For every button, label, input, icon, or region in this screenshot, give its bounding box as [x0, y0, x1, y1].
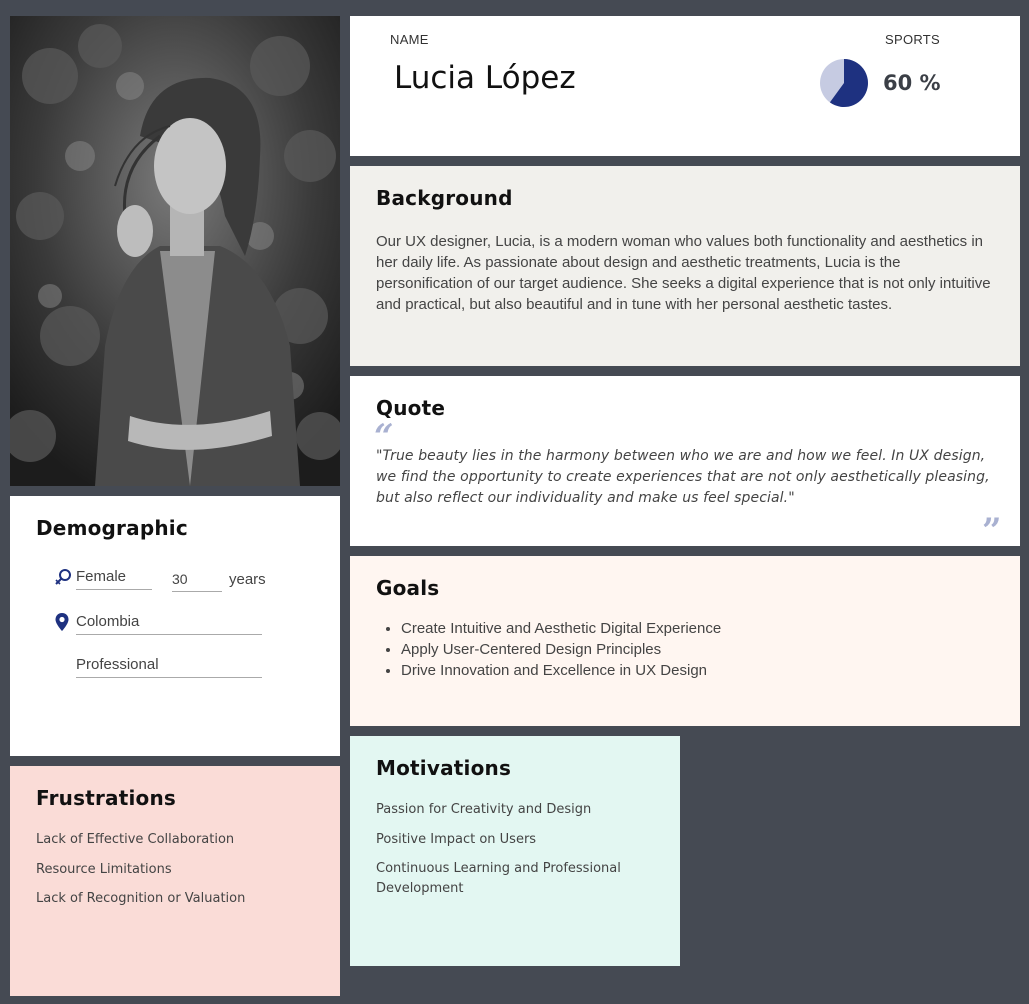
sports-percent: 60 % — [883, 71, 941, 95]
close-quote-icon: ” — [982, 511, 1002, 551]
motivation-item: Positive Impact on Users — [376, 832, 537, 847]
name-card: NAME Lucia López SPORTS 60 % — [350, 16, 1020, 156]
demographic-card: Demographic Female 30 years Colombia Pro… — [10, 496, 340, 756]
location-field[interactable]: Colombia — [76, 613, 262, 635]
demographic-title: Demographic — [36, 516, 188, 540]
name-caption: NAME — [390, 32, 429, 47]
frustration-item: Lack of Recognition or Valuation — [36, 891, 246, 906]
age-field[interactable]: 30 — [172, 571, 222, 592]
background-title: Background — [376, 186, 513, 210]
persona-photo — [10, 16, 340, 486]
motivations-card: Motivations Passion for Creativity and D… — [350, 736, 680, 966]
quote-text: "True beauty lies in the harmony between… — [376, 448, 990, 506]
occupation-field[interactable]: Professional — [76, 656, 262, 678]
background-text: Our UX designer, Lucia, is a modern woma… — [376, 233, 991, 313]
gender-icon — [55, 569, 71, 585]
goal-item: Drive Innovation and Excellence in UX De… — [401, 660, 721, 681]
portrait-image — [10, 16, 340, 486]
frustration-item: Lack of Effective Collaboration — [36, 832, 235, 847]
gender-field[interactable]: Female — [76, 568, 152, 590]
motivation-item: Continuous Learning and Professional Dev… — [376, 861, 621, 896]
age-unit-label: years — [229, 571, 266, 588]
background-card: Background Our UX designer, Lucia, is a … — [350, 166, 1020, 366]
location-pin-icon — [55, 613, 69, 631]
persona-name: Lucia López — [394, 60, 576, 96]
goals-card: Goals Create Intuitive and Aesthetic Dig… — [350, 556, 1020, 726]
goals-title: Goals — [376, 576, 440, 600]
frustration-item: Resource Limitations — [36, 862, 172, 877]
quote-card: Quote “ "True beauty lies in the harmony… — [350, 376, 1020, 551]
frustrations-card: Frustrations Lack of Effective Collabora… — [10, 766, 340, 996]
goals-list: Create Intuitive and Aesthetic Digital E… — [376, 618, 721, 681]
goal-item: Create Intuitive and Aesthetic Digital E… — [401, 618, 721, 639]
sports-caption: SPORTS — [885, 32, 941, 47]
motivations-title: Motivations — [376, 756, 512, 780]
goal-item: Apply User-Centered Design Principles — [401, 639, 721, 660]
motivation-item: Passion for Creativity and Design — [376, 802, 592, 817]
frustrations-title: Frustrations — [36, 786, 177, 810]
sports-pie-chart — [820, 59, 868, 107]
